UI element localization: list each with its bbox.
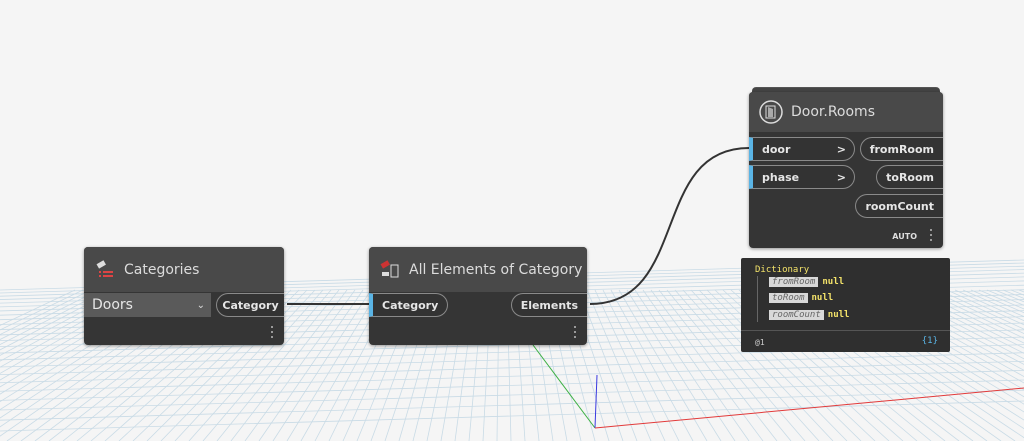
output-port-elements[interactable]: Elements bbox=[510, 293, 587, 317]
node-menu-icon[interactable] bbox=[573, 323, 577, 341]
input-port-category[interactable]: Category bbox=[369, 293, 449, 317]
node-header: Categories bbox=[84, 247, 284, 292]
lacing-label[interactable]: AUTO bbox=[892, 232, 917, 241]
port-label: phase bbox=[762, 170, 800, 184]
chevron-down-icon: ⌄ bbox=[196, 299, 205, 311]
categories-icon bbox=[94, 259, 116, 281]
preview-entry: fromRoom null bbox=[769, 277, 844, 287]
node-title: Categories bbox=[124, 261, 200, 278]
all-elements-node[interactable]: All Elements of Category Category Elemen… bbox=[369, 247, 587, 345]
output-port-fromroom[interactable]: fromRoom bbox=[859, 137, 943, 161]
tree-line bbox=[757, 276, 758, 322]
dropdown-value: Doors bbox=[92, 297, 133, 313]
node-title: Door.Rooms bbox=[791, 104, 875, 120]
divider bbox=[741, 330, 950, 331]
input-port-phase[interactable]: phase > bbox=[749, 165, 855, 189]
node-title: All Elements of Category bbox=[409, 261, 583, 278]
input-port-door[interactable]: door > bbox=[749, 137, 855, 161]
preview-entry: roomCount null bbox=[769, 310, 849, 320]
node-menu-icon[interactable] bbox=[270, 323, 274, 341]
category-dropdown[interactable]: Doors ⌄ bbox=[84, 293, 211, 317]
door-rooms-node[interactable]: Door.Rooms door > phase > fromRoom toRoom … bbox=[749, 92, 943, 248]
all-elements-icon bbox=[379, 259, 401, 281]
preview-count: {1} bbox=[921, 336, 938, 346]
wire-elements-to-door[interactable] bbox=[589, 147, 750, 305]
preview-level: @1 bbox=[755, 338, 765, 347]
categories-node[interactable]: Categories Doors ⌄ Category bbox=[84, 247, 284, 345]
node-header: Door.Rooms bbox=[749, 92, 943, 132]
node-menu-icon[interactable] bbox=[929, 226, 933, 244]
output-port-category[interactable]: Category bbox=[216, 293, 284, 317]
arrow-icon: > bbox=[836, 170, 846, 184]
preview-entry: toRoom null bbox=[769, 293, 833, 303]
output-port-toroom[interactable]: toRoom bbox=[876, 165, 943, 189]
preview-type: Dictionary bbox=[755, 265, 810, 275]
port-label: door bbox=[762, 142, 791, 156]
door-rooms-icon bbox=[759, 100, 783, 124]
arrow-icon: > bbox=[836, 142, 846, 156]
preview-bubble[interactable]: Dictionary fromRoom null toRoom null roomC… bbox=[741, 258, 950, 352]
output-port-roomcount[interactable]: roomCount bbox=[855, 194, 943, 218]
node-header: All Elements of Category bbox=[369, 247, 587, 292]
